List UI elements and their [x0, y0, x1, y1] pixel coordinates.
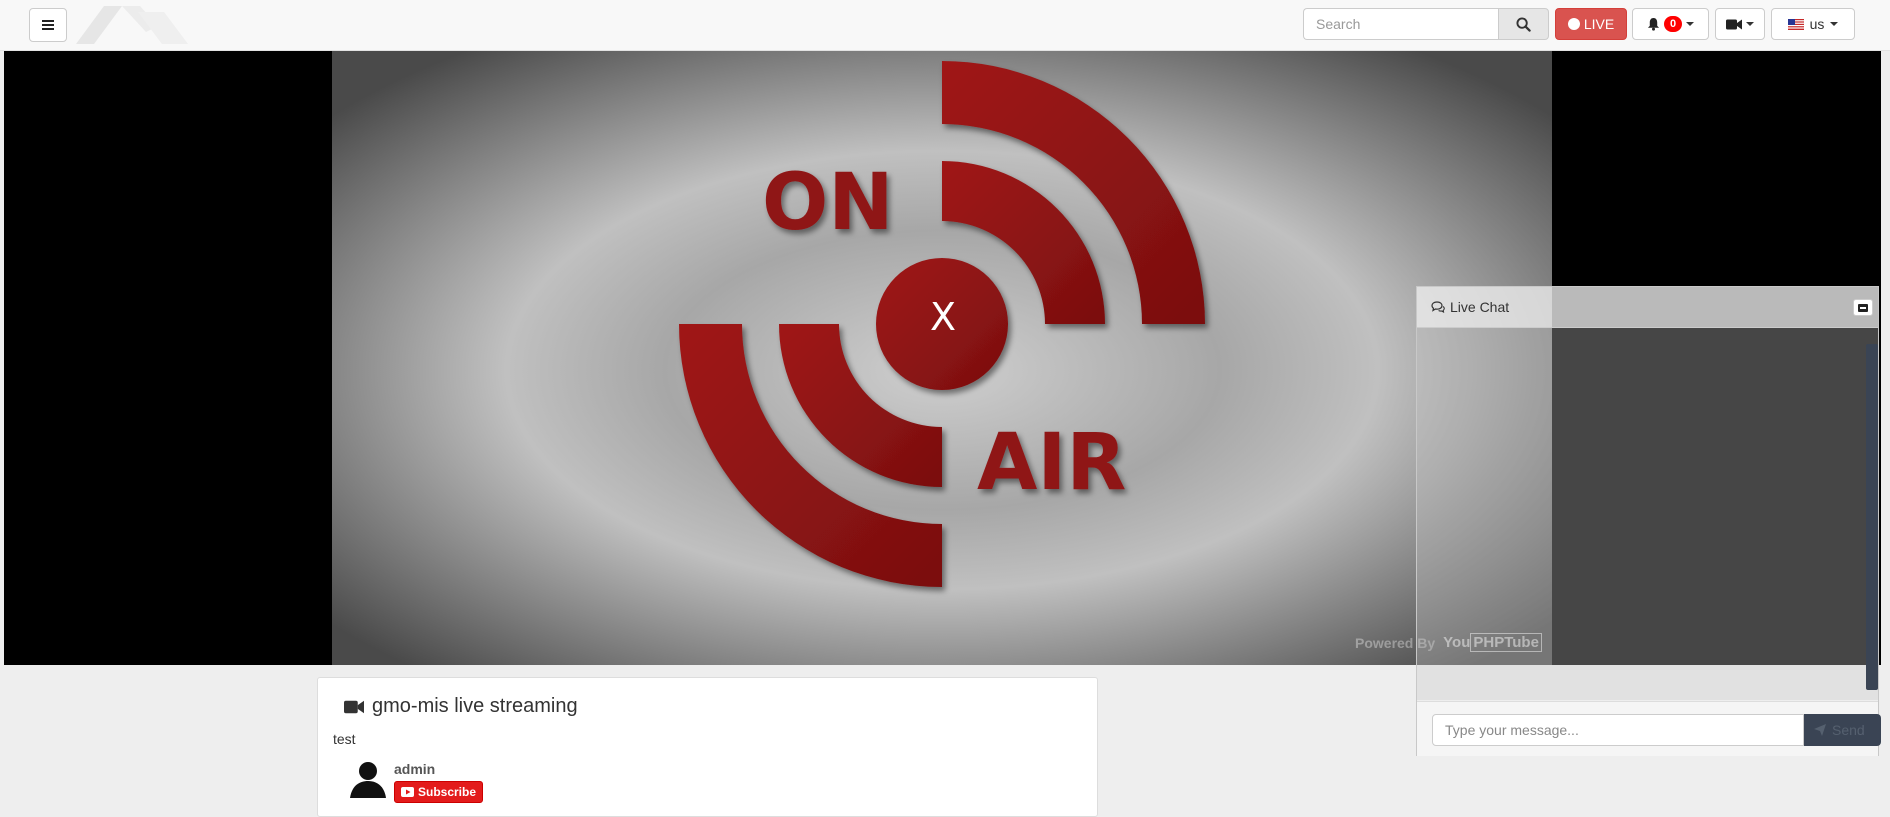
close-overlay-button[interactable]: X: [925, 297, 961, 337]
subscribe-label: Subscribe: [418, 785, 477, 799]
send-button[interactable]: Send: [1804, 714, 1881, 746]
us-flag-icon: [1787, 18, 1804, 30]
language-selector[interactable]: us: [1771, 8, 1855, 40]
comments-icon: [1431, 301, 1445, 313]
site-logo[interactable]: [76, 6, 196, 44]
search-input[interactable]: [1303, 8, 1498, 40]
notifications-button[interactable]: 0: [1632, 8, 1709, 40]
live-button[interactable]: LIVE: [1555, 8, 1627, 40]
chevron-down-icon: [1746, 22, 1754, 26]
live-chat-header: Live Chat: [1417, 287, 1878, 328]
paper-plane-icon: [1814, 724, 1826, 736]
chat-input-bar: Send: [1417, 701, 1881, 756]
youtube-play-icon: [401, 787, 414, 797]
hamburger-icon: [42, 20, 54, 30]
live-chat-panel: Live Chat Send: [1416, 286, 1881, 756]
live-chat-title-text: Live Chat: [1450, 299, 1510, 315]
search-button[interactable]: [1498, 8, 1549, 40]
live-dot-icon: [1567, 18, 1580, 30]
channel-owner-link[interactable]: admin: [394, 761, 435, 777]
live-label: LIVE: [1583, 16, 1615, 32]
language-label: us: [1809, 16, 1825, 32]
chevron-down-icon: [1686, 22, 1695, 26]
minimize-chat-button[interactable]: [1853, 299, 1873, 316]
video-camera-icon: [1726, 19, 1742, 29]
video-menu-button[interactable]: [1715, 8, 1765, 40]
avatar[interactable]: [348, 758, 388, 798]
air-text: AIR: [977, 418, 1126, 508]
chevron-down-icon: [1830, 22, 1839, 26]
search-icon: [1516, 16, 1531, 32]
on-air-poster: ON AIR: [332, 51, 1552, 665]
chat-messages-area[interactable]: [1417, 328, 1878, 700]
bell-icon: [1647, 17, 1660, 31]
chat-message-input[interactable]: [1432, 714, 1804, 746]
video-title-text: gmo-mis live streaming: [372, 695, 578, 717]
menu-button[interactable]: [29, 8, 67, 42]
subscribe-button[interactable]: Subscribe: [394, 781, 484, 803]
video-camera-icon: [344, 700, 364, 713]
live-chat-title: Live Chat: [1431, 299, 1509, 315]
video-description: test: [333, 731, 356, 747]
video-title: gmo-mis live streaming: [344, 695, 578, 718]
on-text: ON: [762, 158, 894, 248]
video-info-panel: gmo-mis live streaming test admin Subscr…: [317, 677, 1098, 817]
notification-count-badge: 0: [1663, 16, 1683, 32]
send-label: Send: [1832, 722, 1865, 738]
chat-scrollbar[interactable]: [1866, 344, 1878, 690]
minimize-icon: [1858, 303, 1868, 312]
top-navbar: LIVE 0 us: [0, 0, 1890, 51]
